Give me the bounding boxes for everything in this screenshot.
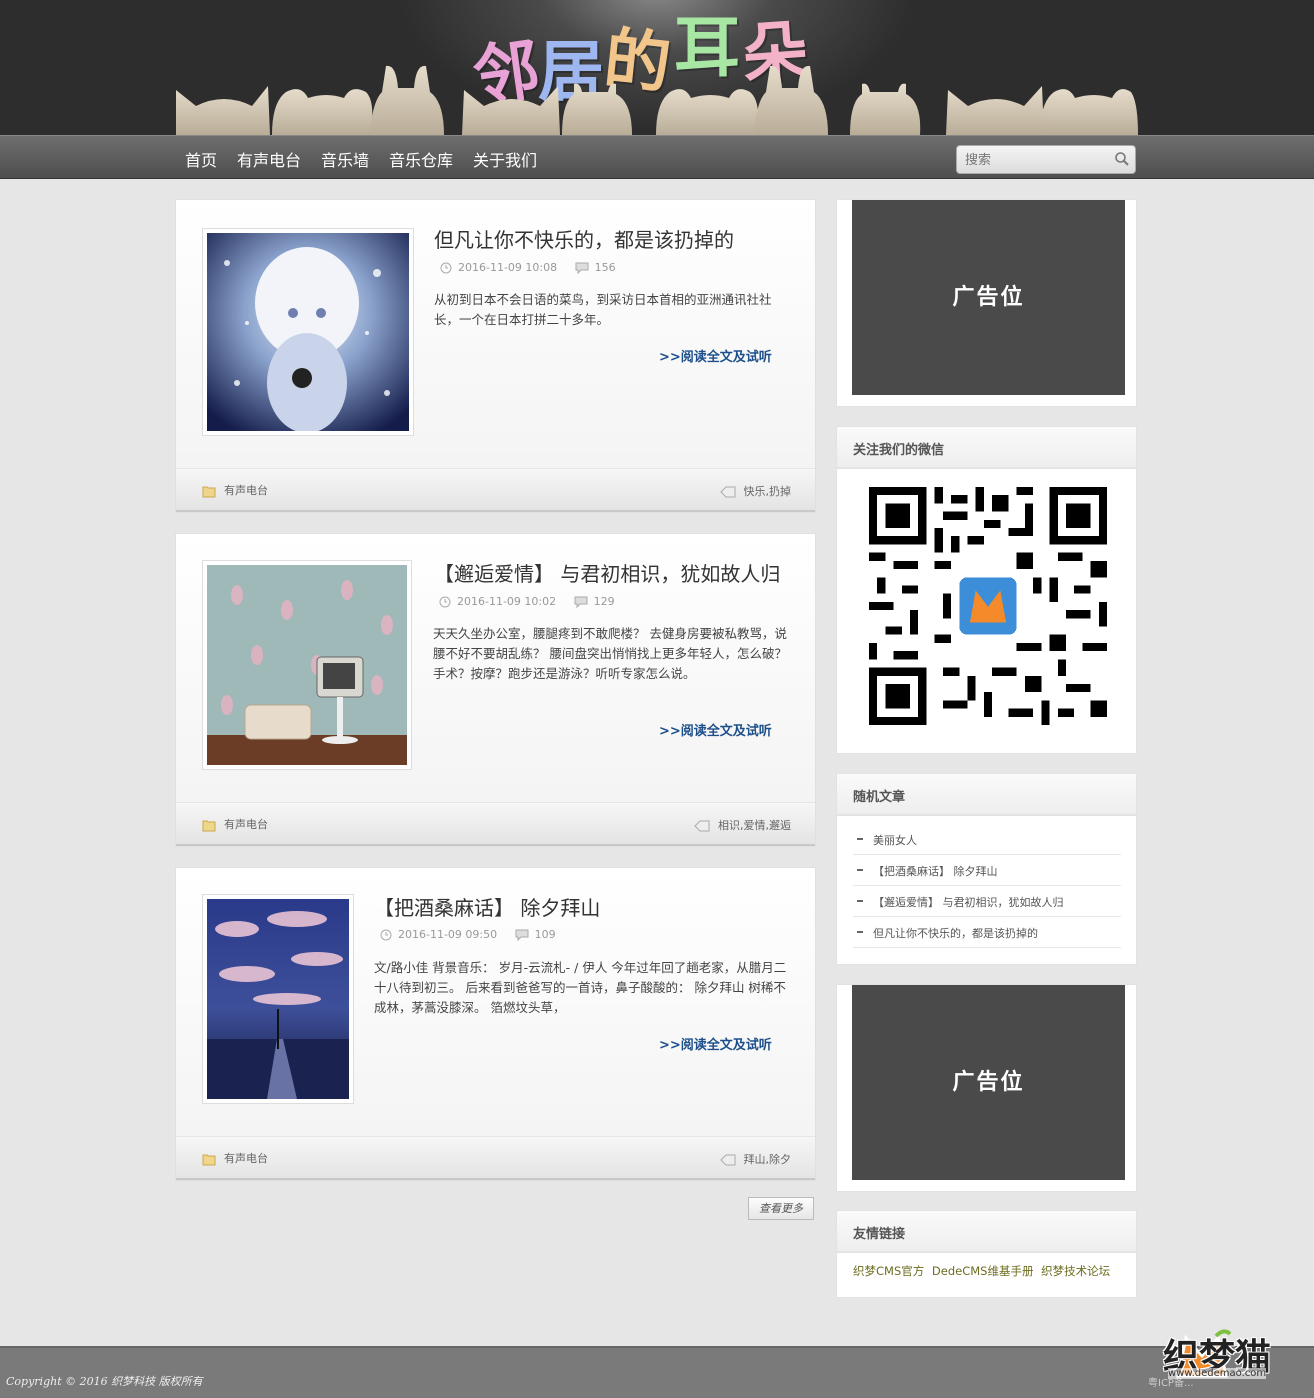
friend-link[interactable]: 织梦CMS官方 [853,1264,924,1278]
friend-links: 织梦CMS官方 DedeCMS维基手册 织梦技术论坛 [853,1263,1114,1279]
read-more-link[interactable]: >>阅读全文及试听 [659,346,772,365]
post-comments: 109 [534,928,556,941]
random-article-title: 【把酒桑麻话】 除夕拜山 [873,865,998,878]
post-thumbnail[interactable] [202,894,354,1104]
copyright-text: Copyright © 2016 织梦科技 版权所有 [6,1375,203,1388]
comment-icon [574,596,588,608]
post-category[interactable]: 有声电台 [202,482,268,498]
random-article-item[interactable]: 【邂逅爱情】 与君初相识，犹如故人归 [853,886,1121,917]
post-meta: 2016-11-09 09:50 109 [380,928,556,941]
view-more-button[interactable]: 查看更多 [748,1197,814,1220]
post-tags[interactable]: 快乐,扔掉 [719,483,792,499]
post-title[interactable]: 【把酒桑麻话】 除夕拜山 [374,892,600,921]
category-label: 有声电台 [224,484,268,497]
post-meta: 2016-11-09 10:08 156 [440,261,616,274]
random-article-title: 但凡让你不快乐的，都是该扔掉的 [873,927,1038,940]
widget-title: 随机文章 [853,790,906,805]
folder-icon [202,486,216,498]
ad-placeholder[interactable]: 广告位 [852,985,1125,1180]
nav-item-radio[interactable]: 有声电台 [237,147,301,171]
clock-icon [380,929,392,941]
post-thumbnail[interactable] [202,560,412,770]
ad-widget: 广告位 [836,199,1137,407]
ears-decoration [176,65,1138,135]
random-article-title: 美丽女人 [873,834,917,847]
site-header: 邻居的耳朵 [0,0,1314,135]
tag-icon [719,1154,735,1166]
clock-icon [439,596,451,608]
widget-title: 友情链接 [853,1227,906,1242]
post-excerpt: 文/路小佳 背景音乐： 岁月-云流札- / 伊人 今年过年回了趟老家，从腊月二十… [374,960,787,1015]
category-label: 有声电台 [224,1152,268,1165]
tags-label: 快乐,扔掉 [743,485,792,498]
post-footer: 有声电台 相识,爱情,邂逅 [176,802,815,846]
folder-icon [202,820,216,832]
widget-header: 友情链接 [837,1211,1136,1253]
friend-link[interactable]: 织梦技术论坛 [1041,1264,1110,1278]
bullet-dash [857,931,863,933]
friend-link[interactable]: DedeCMS维基手册 [932,1264,1034,1278]
post-footer: 有声电台 拜山,除夕 [176,1136,815,1180]
category-label: 有声电台 [224,818,268,831]
nav-item-home[interactable]: 首页 [185,147,217,171]
post-thumbnail[interactable] [202,228,414,436]
folder-icon [202,1154,216,1166]
search-input[interactable] [965,151,1105,169]
post-date: 2016-11-09 10:08 [458,261,558,274]
post-body: 【邂逅爱情】 与君初相识，犹如故人归 2016-11-09 10:02 129 … [176,534,815,802]
widget-header: 关注我们的微信 [837,427,1136,469]
clock-icon [440,262,452,274]
post-body: 【把酒桑麻话】 除夕拜山 2016-11-09 09:50 109 文/路小佳 … [176,868,815,1136]
comment-icon [575,262,589,274]
post-comments: 129 [593,595,615,608]
random-articles-widget: 随机文章 美丽女人 【把酒桑麻话】 除夕拜山 【邂逅爱情】 与君初相识，犹如故人… [836,773,1137,965]
post-title[interactable]: 【邂逅爱情】 与君初相识，犹如故人归 [434,558,780,587]
bullet-dash [857,838,863,840]
bullet-dash [857,869,863,871]
wechat-qr-code [869,487,1107,725]
post-footer: 有声电台 快乐,扔掉 [176,468,815,512]
post-category[interactable]: 有声电台 [202,816,268,832]
random-article-item[interactable]: 【把酒桑麻话】 除夕拜山 [853,855,1121,886]
nav-item-about[interactable]: 关于我们 [473,147,537,171]
watermark-url: www.dedemao.com [1168,1368,1267,1379]
post-card: 【把酒桑麻话】 除夕拜山 2016-11-09 09:50 109 文/路小佳 … [175,867,816,1181]
tag-icon [694,820,710,832]
friend-links-widget: 友情链接 织梦CMS官方 DedeCMS维基手册 织梦技术论坛 [836,1210,1137,1298]
post-meta: 2016-11-09 10:02 129 [439,595,615,608]
post-excerpt: 天天久坐办公室，腰腿疼到不敢爬楼？ 去健身房要被私教骂，说腰不好不要胡乱练？ 腰… [433,626,787,681]
bullet-dash [857,900,863,902]
tag-icon [719,486,735,498]
post-tags[interactable]: 相识,爱情,邂逅 [694,817,791,833]
nav-item-music-wall[interactable]: 音乐墙 [321,147,369,171]
widget-title: 关注我们的微信 [853,443,945,458]
ad-widget: 广告位 [836,984,1137,1192]
post-date: 2016-11-09 10:02 [457,595,557,608]
post-excerpt: 从初到日本不会日语的菜鸟，到采访日本首相的亚洲通讯社社长，一个在日本打拼二十多年… [434,292,772,327]
widget-header: 随机文章 [837,774,1136,816]
random-article-title: 【邂逅爱情】 与君初相识，犹如故人归 [873,896,1064,909]
tags-label: 拜山,除夕 [743,1153,792,1166]
post-date: 2016-11-09 09:50 [398,928,498,941]
post-title[interactable]: 但凡让你不快乐的，都是该扔掉的 [434,224,734,253]
post-category[interactable]: 有声电台 [202,1150,268,1166]
post-body: 但凡让你不快乐的，都是该扔掉的 2016-11-09 10:08 156 从初到… [176,200,815,468]
random-article-item[interactable]: 但凡让你不快乐的，都是该扔掉的 [853,917,1121,948]
nav-item-music-library[interactable]: 音乐仓库 [389,147,453,171]
random-article-item[interactable]: 美丽女人 [853,824,1121,855]
comment-icon [515,929,529,941]
read-more-link[interactable]: >>阅读全文及试听 [659,1034,772,1053]
ad-placeholder[interactable]: 广告位 [852,200,1125,395]
search-box [956,145,1136,174]
read-more-link[interactable]: >>阅读全文及试听 [659,720,772,739]
post-tags[interactable]: 拜山,除夕 [719,1151,792,1167]
tags-label: 相识,爱情,邂逅 [718,819,791,832]
post-card: 【邂逅爱情】 与君初相识，犹如故人归 2016-11-09 10:02 129 … [175,533,816,847]
post-comments: 156 [594,261,616,274]
post-card: 但凡让你不快乐的，都是该扔掉的 2016-11-09 10:08 156 从初到… [175,199,816,513]
wechat-widget: 关注我们的微信 [836,426,1137,754]
search-icon[interactable] [1114,151,1130,167]
